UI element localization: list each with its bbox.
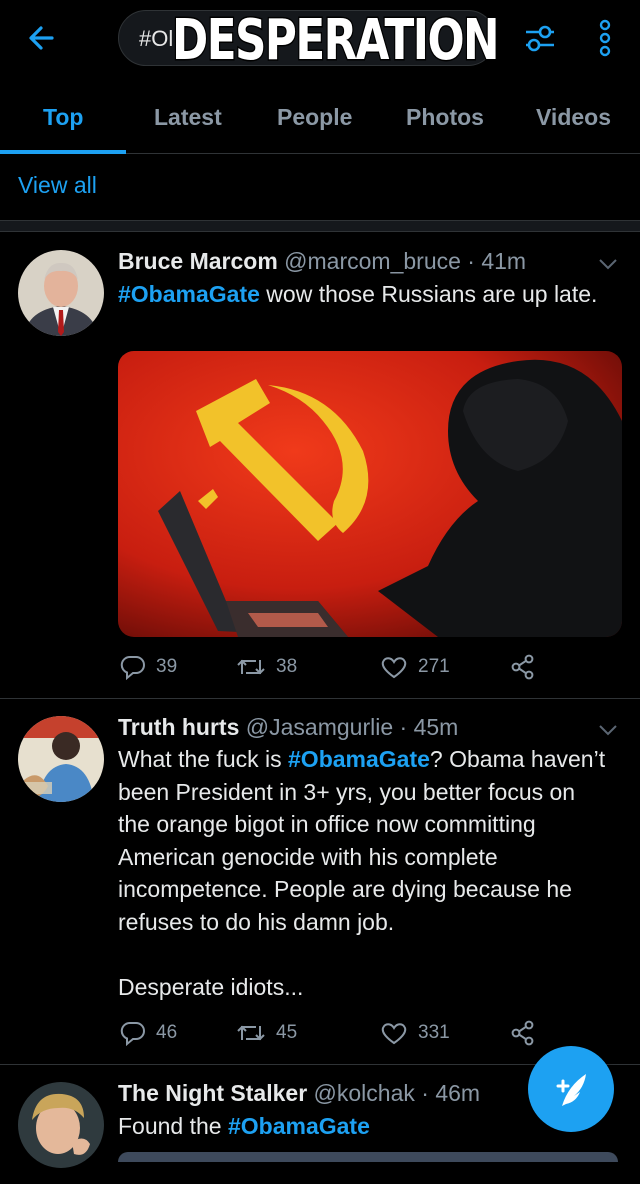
overlay-caption: DESPERATION — [171, 7, 501, 75]
tab-people[interactable]: People — [277, 104, 352, 131]
tweet-text: What the fuck is #ObamaGate? Obama haven… — [118, 746, 606, 935]
tweet-header: Bruce Marcom @marcom_bruce · 41m — [118, 248, 526, 275]
handle-time: @Jasamgurlie · 45m — [245, 714, 459, 740]
handle-time: @marcom_bruce · 41m — [284, 248, 527, 274]
compose-tweet-button[interactable] — [528, 1046, 614, 1132]
tweet-image[interactable] — [118, 351, 622, 637]
tweet-actions: 39 38 271 — [118, 652, 558, 682]
view-all-link[interactable]: View all — [18, 172, 97, 199]
like-button[interactable]: 271 — [380, 652, 450, 682]
more-vertical-icon[interactable] — [590, 16, 620, 60]
share-button[interactable] — [510, 1018, 536, 1048]
tweet-image[interactable] — [118, 1152, 618, 1162]
reply-button[interactable]: 39 — [120, 652, 177, 682]
like-button[interactable]: 331 — [380, 1018, 450, 1048]
share-icon — [511, 654, 534, 680]
avatar[interactable] — [18, 1082, 104, 1168]
heart-icon — [381, 1023, 407, 1045]
tweet-header: Truth hurts @Jasamgurlie · 45m — [118, 714, 458, 741]
tweet-divider — [0, 698, 640, 699]
reply-icon — [120, 655, 145, 680]
display-name[interactable]: Bruce Marcom — [118, 248, 278, 274]
like-count: 331 — [418, 1022, 450, 1043]
reply-button[interactable]: 46 — [120, 1018, 177, 1048]
tweet-text-tail: Desperate idiots... — [118, 974, 304, 1000]
filter-sliders-icon[interactable] — [520, 18, 560, 58]
tab-videos[interactable]: Videos — [536, 104, 611, 131]
reply-count: 46 — [156, 1022, 178, 1043]
hashtag-link[interactable]: #ObamaGate — [118, 281, 260, 307]
chevron-down-icon[interactable] — [596, 722, 620, 738]
avatar[interactable] — [18, 716, 104, 802]
retweet-icon — [237, 659, 265, 675]
tweet-header: The Night Stalker @kolchak · 46m — [118, 1080, 480, 1107]
heart-icon — [381, 657, 407, 679]
hashtag-link[interactable]: #ObamaGate — [228, 1113, 370, 1139]
compose-tweet-icon — [556, 1074, 586, 1106]
tab-photos[interactable]: Photos — [406, 104, 484, 131]
back-arrow-icon[interactable] — [22, 18, 62, 58]
like-count: 271 — [418, 656, 450, 677]
display-name[interactable]: Truth hurts — [118, 714, 239, 740]
retweet-count: 38 — [276, 656, 298, 677]
handle-time: @kolchak · 46m — [313, 1080, 481, 1106]
share-button[interactable] — [510, 652, 536, 682]
chevron-down-icon[interactable] — [596, 256, 620, 272]
tab-latest[interactable]: Latest — [154, 104, 222, 131]
section-divider — [0, 220, 640, 232]
hashtag-link[interactable]: #ObamaGate — [288, 746, 430, 772]
reply-icon — [120, 1021, 145, 1046]
retweet-button[interactable]: 45 — [236, 1018, 297, 1048]
active-tab-indicator — [0, 150, 126, 154]
tweet-actions: 46 45 331 — [118, 1018, 558, 1048]
tab-top[interactable]: Top — [43, 104, 83, 131]
tweet-text: #ObamaGate wow those Russians are up lat… — [118, 281, 598, 307]
search-query-text: #Ol — [139, 26, 174, 51]
reply-count: 39 — [156, 656, 178, 677]
top-bar: #Ol DESPERATION — [0, 0, 640, 80]
share-icon — [511, 1020, 534, 1046]
retweet-count: 45 — [276, 1022, 298, 1043]
retweet-icon — [237, 1025, 265, 1041]
avatar[interactable] — [18, 250, 104, 336]
retweet-button[interactable]: 38 — [236, 652, 297, 682]
display-name[interactable]: The Night Stalker — [118, 1080, 307, 1106]
search-tabs: Top Latest People Photos Videos — [0, 92, 640, 154]
